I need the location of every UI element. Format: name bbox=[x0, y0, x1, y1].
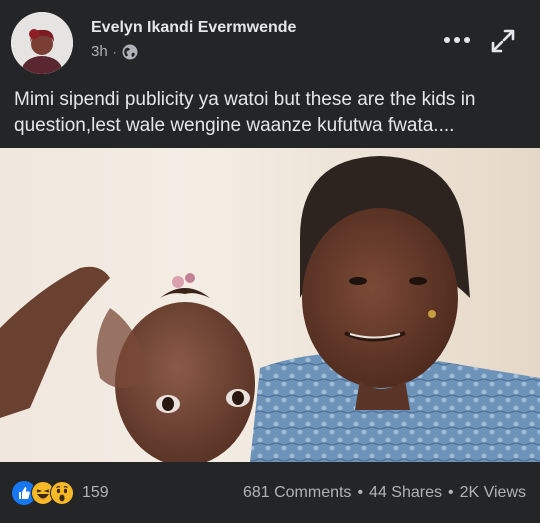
more-options-button[interactable] bbox=[440, 28, 474, 52]
comments-count[interactable]: 681 Comments bbox=[243, 484, 352, 502]
stats-separator: • bbox=[447, 484, 454, 501]
post-video[interactable] bbox=[0, 148, 540, 462]
wow-icon bbox=[50, 481, 74, 505]
avatar-image bbox=[11, 12, 73, 74]
views-count: 2K Views bbox=[459, 484, 526, 501]
expand-button[interactable] bbox=[488, 26, 518, 56]
stats-separator: • bbox=[357, 484, 364, 501]
post-footer: 159 681 Comments • 44 Shares • 2K Views bbox=[0, 462, 540, 523]
video-frame bbox=[0, 148, 540, 462]
engagement-stats: 681 Comments • 44 Shares • 2K Views bbox=[243, 484, 526, 502]
shares-count[interactable]: 44 Shares bbox=[369, 484, 442, 502]
author-avatar[interactable] bbox=[11, 12, 73, 74]
post-meta: 3h · bbox=[91, 43, 138, 60]
meta-separator: · bbox=[112, 44, 117, 59]
more-horizontal-icon bbox=[444, 37, 470, 43]
post-header: Evelyn Ikandi Evermwende 3h · bbox=[0, 0, 540, 76]
post-caption: Mimi sipendi publicity ya watoi but thes… bbox=[14, 89, 476, 136]
globe-icon[interactable] bbox=[122, 44, 138, 60]
author-name[interactable]: Evelyn Ikandi Evermwende bbox=[91, 19, 296, 37]
reactions-summary[interactable]: 159 bbox=[12, 481, 109, 505]
expand-icon bbox=[491, 29, 515, 53]
post-time[interactable]: 3h bbox=[91, 43, 108, 60]
reaction-count: 159 bbox=[82, 484, 109, 501]
